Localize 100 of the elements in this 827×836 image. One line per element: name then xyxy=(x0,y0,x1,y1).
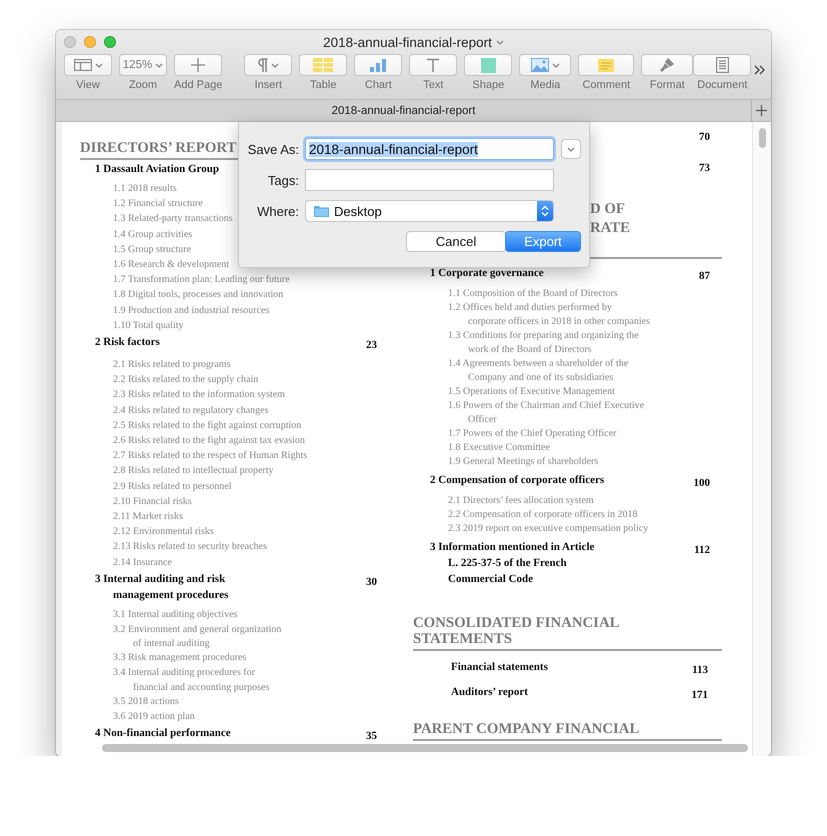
toc-entry: 2.3 2019 report on executive compensation policy xyxy=(448,522,648,536)
document-icon xyxy=(716,57,729,73)
format-button[interactable] xyxy=(641,54,694,76)
comment-button[interactable] xyxy=(578,54,634,76)
toc-entry: 3.2 Environment and general organization of internal auditing xyxy=(113,623,282,650)
field-label: Tags: xyxy=(266,172,299,188)
insert-button[interactable] xyxy=(244,54,292,76)
page-number: 23 xyxy=(366,338,377,354)
shape-button[interactable] xyxy=(464,54,512,76)
toc-entry: 3.4 Internal auditing procedures for financial and accounting purposes xyxy=(113,666,270,694)
toc-entry: 3.6 2019 action plan xyxy=(113,710,195,724)
toc-entry: 3.3 Risk management procedures xyxy=(113,651,246,666)
section-heading: CONSOLIDATED FINANCIAL STATEMENTS xyxy=(413,615,722,651)
toolbar-label: Media xyxy=(530,79,560,91)
note-icon xyxy=(598,58,614,72)
zoom-button[interactable] xyxy=(104,36,116,48)
dialog-button[interactable]: Cancel xyxy=(406,231,506,252)
toc-entry: 1.7 Transformation plan: Leading our future xyxy=(113,273,290,288)
toc-entry: 2.5 Risks related to the fight against corruption xyxy=(113,418,302,433)
text-button[interactable] xyxy=(409,54,458,76)
table-icon xyxy=(313,58,334,72)
toc-entry: 2.11 Market risks xyxy=(113,510,183,524)
section-title: 1 Dassault Aviation Group xyxy=(95,162,219,177)
pilcrow-icon xyxy=(258,58,268,72)
save-as-field[interactable]: 2018-annual-financial-report xyxy=(305,138,554,160)
toc-entry: 1.4 Group activities xyxy=(113,228,192,242)
toc-entry: 1.6 Powers of the Chairman and Chief Executive Officer xyxy=(448,399,644,427)
toc-entry: 1.8 Digital tools, processes and innovation xyxy=(113,288,284,302)
table-button[interactable] xyxy=(299,54,348,76)
chevron-down-icon xyxy=(567,146,575,152)
toc-entry: 1.8 Executive Committee xyxy=(448,441,550,455)
toolbar-label: Insert xyxy=(254,79,282,91)
location-popup[interactable]: Desktop xyxy=(305,200,554,222)
section-title: 3 Information mentioned in Article L. 225-37-5 of the French Commercial Code xyxy=(430,540,594,587)
toc-entry: 1.1 Composition of the Board of Directors xyxy=(448,287,618,301)
stepper-icon xyxy=(541,205,549,217)
toolbar-label: Add Page xyxy=(174,79,222,91)
tags-field[interactable] xyxy=(305,169,554,191)
toc-entry: Auditors’ report xyxy=(451,685,528,700)
section-title: 2 Risk factors xyxy=(95,335,160,350)
toolbar-label: Shape xyxy=(472,79,504,91)
bar-chart-icon xyxy=(369,58,388,72)
page-number: 100 xyxy=(694,476,710,491)
expand-button[interactable] xyxy=(561,139,581,159)
double-chevron-icon[interactable] xyxy=(754,65,765,75)
page-number: 112 xyxy=(694,543,710,558)
chevron-down-icon xyxy=(270,62,279,68)
toc-entry: 2.1 Directors’ fees allocation system xyxy=(448,494,594,508)
toc-entry: 2.10 Financial risks xyxy=(113,494,192,509)
page-number: 171 xyxy=(692,688,708,703)
chevron-down-icon xyxy=(552,62,560,68)
field-label: Save As: xyxy=(246,142,299,156)
toc-entry: 3.5 2018 actions xyxy=(113,694,179,709)
toc-entry: 1.3 Related-party transactions xyxy=(113,212,233,226)
toc-entry: 2.8 Risks related to intellectual property xyxy=(113,464,274,478)
text-icon xyxy=(426,58,440,72)
toc-entry: 2.7 Risks related to the respect of Human Rights xyxy=(113,449,308,464)
horizontal-scrollbar[interactable] xyxy=(102,744,748,752)
page-number: 73 xyxy=(699,161,710,176)
toc-entry: 1.2 Financial structure xyxy=(113,197,203,212)
section-title: 1 Corporate governance xyxy=(430,266,544,281)
zoom-button[interactable]: 125% xyxy=(119,54,167,76)
section-heading: PARENT COMPANY FINANCIAL xyxy=(413,721,722,741)
section-title: 2 Compensation of corporate officers xyxy=(430,473,604,488)
plus-icon xyxy=(191,58,206,72)
title-chevron-icon xyxy=(496,40,504,44)
sidebar-layout-icon xyxy=(74,59,92,71)
toc-entry: 2.3 Risks related to the information system xyxy=(113,388,285,402)
page-number: 113 xyxy=(692,663,708,678)
toolbar-label: Text xyxy=(423,79,444,91)
close-button[interactable] xyxy=(64,36,76,48)
view-button[interactable] xyxy=(64,54,112,76)
toc-entry: 1.6 Research & development xyxy=(113,258,230,272)
toolbar-label: View xyxy=(76,79,100,91)
toc-entry: 2.2 Compensation of corporate officers in 2018 xyxy=(448,508,638,522)
toolbar-label: Document xyxy=(697,79,748,91)
vertical-scrollbar[interactable] xyxy=(758,128,766,148)
toc-entry: 1.1 2018 results xyxy=(113,182,177,196)
toc-entry: 1.5 Group structure xyxy=(113,242,192,257)
toc-entry: 2.1 Risks related to programs xyxy=(113,358,230,372)
toc-entry: 1.5 Operations of Executive Management xyxy=(448,385,615,399)
paintbrush-icon xyxy=(659,57,676,73)
field-label: Where: xyxy=(256,204,299,218)
toc-entry: 1.2 Offices held and duties performed by corporate officers in 2018 in other companies xyxy=(448,301,650,329)
toc-entry: 1.9 General Meetings of shareholders xyxy=(448,455,598,469)
add-page-button[interactable] xyxy=(174,54,222,76)
toc-entry: Financial statements xyxy=(451,660,548,675)
toc-entry: 2.14 Insurance xyxy=(113,556,172,570)
media-button[interactable] xyxy=(519,54,572,76)
toc-entry: 3.1 Internal auditing objectives xyxy=(113,608,238,622)
folder-icon xyxy=(314,205,329,217)
document-button[interactable] xyxy=(693,54,752,76)
toolbar-label: Table xyxy=(310,79,336,91)
toc-entry: 2.4 Risks related to regulatory changes xyxy=(113,404,269,418)
window-title: 2018-annual-financial-report xyxy=(323,34,492,50)
toolbar-label: Zoom xyxy=(128,79,158,91)
page-number: 70 xyxy=(699,130,710,145)
section-title: 3 Internal auditing and risk management procedures xyxy=(95,572,228,603)
chart-button[interactable] xyxy=(354,54,402,76)
minimize-button[interactable] xyxy=(84,36,96,48)
